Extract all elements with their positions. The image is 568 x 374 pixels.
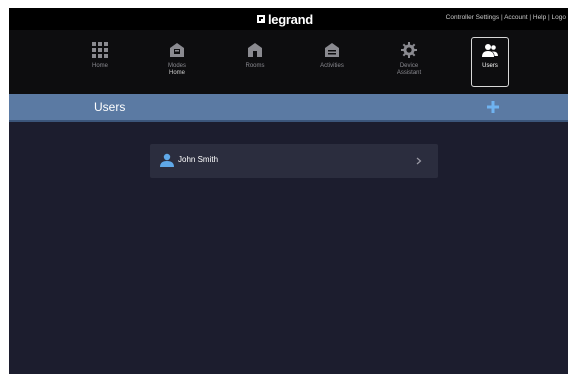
nav-label-modes: Modes bbox=[167, 63, 186, 69]
main-nav: Home Modes Home Rooms Activities Device … bbox=[9, 30, 568, 94]
nav-label-rooms: Rooms bbox=[245, 63, 265, 69]
nav-item-modes[interactable]: Modes Home bbox=[152, 38, 202, 86]
brand-logo: legrand bbox=[257, 11, 313, 27]
nav-item-rooms[interactable]: Rooms bbox=[230, 38, 280, 86]
nav-sub-device: Assistant bbox=[396, 70, 422, 76]
page-header: Users bbox=[9, 94, 568, 122]
activities-icon bbox=[325, 43, 339, 57]
user-name: John Smith bbox=[178, 155, 219, 164]
grid-icon bbox=[92, 42, 108, 58]
nav-label-device: Device bbox=[399, 63, 419, 69]
nav-item-home[interactable]: Home bbox=[75, 38, 125, 86]
nav-item-users[interactable]: Users bbox=[471, 37, 509, 87]
user-list-item[interactable]: John Smith bbox=[150, 144, 438, 178]
nav-item-device-assistant[interactable]: Device Assistant bbox=[384, 38, 434, 86]
nav-label-home: Home bbox=[91, 63, 108, 69]
rooms-icon bbox=[248, 43, 262, 57]
chevron-right-icon bbox=[416, 157, 422, 165]
top-bar: legrand Controller Settings | Account | … bbox=[9, 8, 568, 30]
logo-icon bbox=[257, 15, 265, 23]
nav-label-users: Users bbox=[482, 63, 498, 69]
nav-sub-modes: Home bbox=[168, 70, 185, 76]
brand-name: legrand bbox=[268, 11, 313, 27]
nav-label-activities: Activities bbox=[320, 63, 344, 69]
nav-item-activities[interactable]: Activities bbox=[307, 38, 357, 86]
gear-icon bbox=[401, 42, 417, 58]
page-title: Users bbox=[94, 100, 126, 114]
modes-icon bbox=[170, 43, 184, 57]
app-window: legrand Controller Settings | Account | … bbox=[9, 8, 568, 374]
top-links[interactable]: Controller Settings | Account | Help | L… bbox=[446, 14, 566, 21]
user-icon bbox=[160, 153, 174, 167]
users-icon bbox=[482, 44, 498, 57]
plus-icon[interactable] bbox=[485, 99, 501, 115]
